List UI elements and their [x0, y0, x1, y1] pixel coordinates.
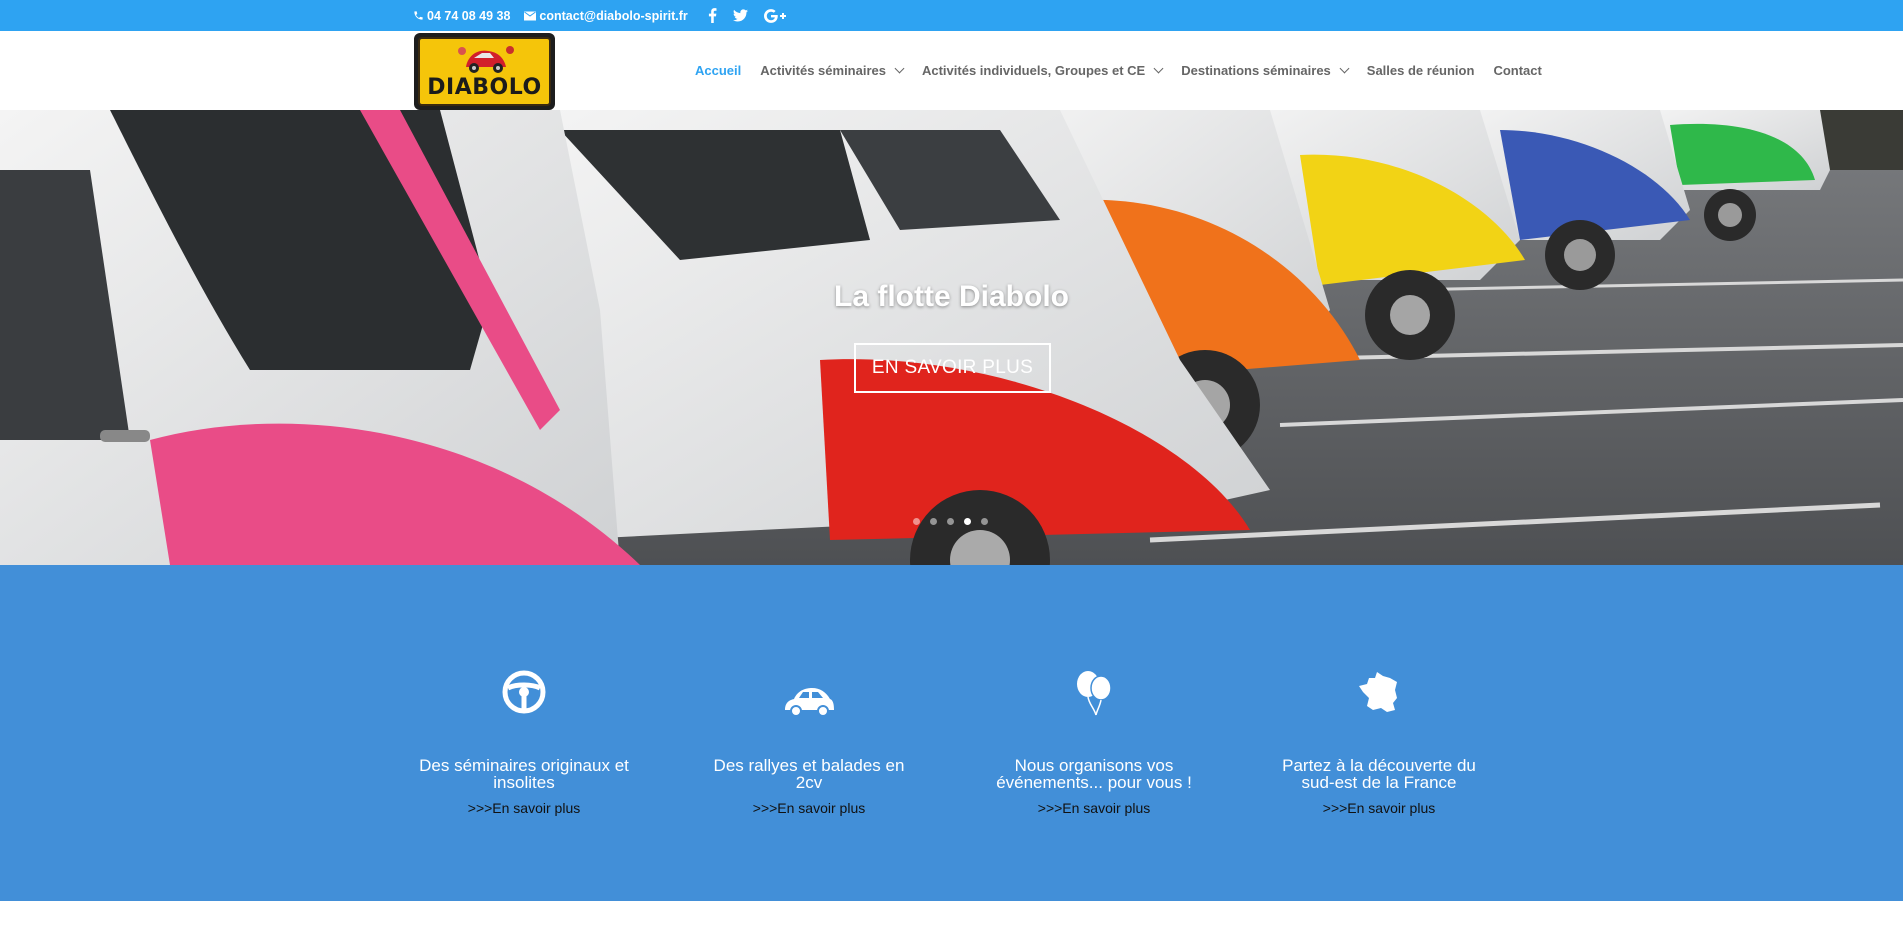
phone-contact[interactable]: 04 74 08 49 38 [413, 9, 510, 23]
feature-title: Partez à la découverte du sud-est de la … [1259, 757, 1499, 791]
feature-title-line: sud-est de la France [1301, 773, 1457, 792]
nav-item-accueil[interactable]: Accueil [695, 63, 741, 78]
car-logo-icon [458, 46, 514, 73]
feature-title-line: Partez à la découverte du [1282, 756, 1476, 775]
feature-link[interactable]: >>>En savoir plus [404, 800, 644, 816]
nav-item-label: Activités séminaires [760, 63, 886, 78]
envelope-icon [524, 11, 537, 20]
feature-title-line: événements... pour vous ! [996, 773, 1192, 792]
twitter-icon[interactable] [732, 9, 748, 22]
phone-icon [414, 11, 423, 20]
features-section: Des séminaires originaux et insolites >>… [0, 565, 1903, 901]
nav-item-contact[interactable]: Contact [1493, 63, 1541, 78]
logo-wordmark: DIABOLO [427, 75, 542, 100]
feature-title-line: Des séminaires originaux et [419, 756, 629, 775]
nav-item-destinations-seminaires[interactable]: Destinations séminaires [1181, 63, 1350, 78]
hero-background-image [0, 110, 1903, 565]
nav-item-label: Accueil [695, 63, 742, 78]
feature-title-line: Des rallyes et balades en [713, 756, 905, 775]
feature-link[interactable]: >>>En savoir plus [1259, 800, 1499, 816]
nav-item-label: Salles de réunion [1366, 63, 1475, 78]
slider-dot-1[interactable] [913, 518, 920, 525]
nav-item-salles-de-reunion[interactable]: Salles de réunion [1367, 63, 1475, 78]
hero-cta-button[interactable]: EN SAVOIR PLUS [854, 343, 1051, 393]
feature-title: Des rallyes et balades en 2cv [689, 757, 929, 791]
nav-item-label: Activités individuels, Groupes et CE [921, 63, 1146, 78]
feature-title-line: 2cv [795, 773, 823, 792]
social-links [708, 8, 786, 23]
chevron-down-icon [1153, 63, 1164, 74]
slider-dot-4[interactable] [964, 518, 971, 525]
nav-item-label: Destinations séminaires [1181, 63, 1331, 78]
hero-title: La flotte Diabolo [834, 280, 1069, 313]
slider-dot-2[interactable] [930, 518, 937, 525]
feature-title-line: insolites [493, 773, 555, 792]
feature-link[interactable]: >>>En savoir plus [974, 800, 1214, 816]
main-navigation: Accueil Activités séminaires Activités i… [695, 31, 1542, 110]
nav-item-activites-individuels[interactable]: Activités individuels, Groupes et CE [921, 63, 1164, 78]
feature-title: Des séminaires originaux et insolites [404, 757, 644, 791]
balloons-icon [1077, 671, 1112, 716]
hero-slider: La flotte Diabolo EN SAVOIR PLUS [0, 110, 1903, 565]
feature-title: Nous organisons vos événements... pour v… [974, 757, 1214, 791]
slider-dot-5[interactable] [981, 518, 988, 525]
top-bar: 04 74 08 49 38 contact@diabolo-spirit.fr [0, 0, 1903, 31]
france-map-icon [1359, 672, 1397, 712]
slider-pagination [913, 518, 988, 525]
email-address: contact@diabolo-spirit.fr [539, 8, 688, 23]
slider-dot-3[interactable] [947, 518, 954, 525]
email-contact[interactable]: contact@diabolo-spirit.fr [524, 8, 688, 23]
steering-wheel-icon [502, 670, 546, 714]
logo-plate: DIABOLO [418, 37, 551, 106]
feature-link[interactable]: >>>En savoir plus [689, 800, 929, 816]
google-plus-icon[interactable] [763, 8, 786, 23]
feature-title-line: Nous organisons vos [1014, 756, 1174, 775]
phone-number: 04 74 08 49 38 [427, 8, 511, 23]
nav-item-activites-seminaires[interactable]: Activités séminaires [760, 63, 905, 78]
nav-item-label: Contact [1493, 63, 1542, 78]
chevron-down-icon [1339, 63, 1350, 74]
site-logo[interactable]: DIABOLO [414, 33, 555, 110]
main-header: DIABOLO Accueil Activités séminaires Act… [0, 31, 1903, 110]
chevron-down-icon [894, 63, 905, 74]
car-icon [785, 688, 834, 717]
facebook-icon[interactable] [708, 8, 717, 23]
